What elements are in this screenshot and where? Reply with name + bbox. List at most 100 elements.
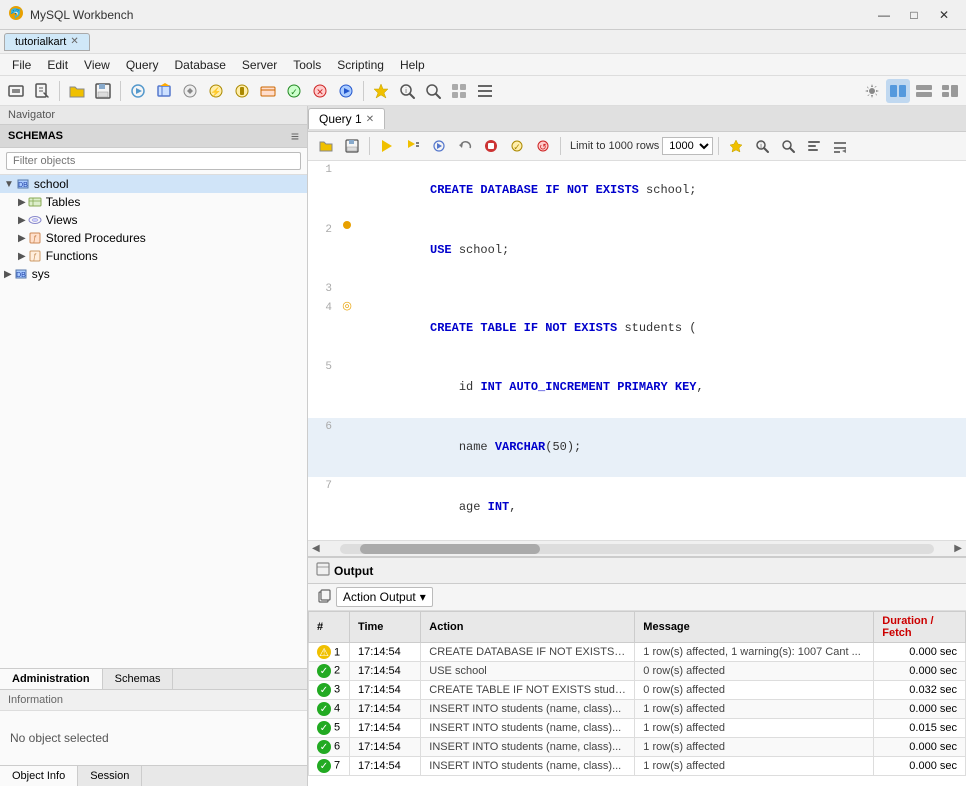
schemas-menu-icon[interactable]: ≡ xyxy=(291,128,299,144)
toolbar-btn9[interactable]: ✓ xyxy=(282,79,306,103)
row-duration: 0.032 sec xyxy=(874,681,966,700)
stored-procedures-label: Stored Procedures xyxy=(46,231,146,245)
toolbar-search[interactable]: i xyxy=(395,79,419,103)
maximize-button[interactable]: □ xyxy=(900,5,928,25)
commit-btn[interactable]: ✓ xyxy=(505,135,529,157)
toolbar-star[interactable] xyxy=(369,79,393,103)
toolbar-btn11[interactable] xyxy=(334,79,358,103)
tree-item-functions[interactable]: ▶ ƒ Functions xyxy=(0,247,307,265)
workbench-tab[interactable]: tutorialkart ✕ xyxy=(4,33,90,51)
row-message: 0 row(s) affected xyxy=(635,662,874,681)
tree-item-views[interactable]: ▶ Views xyxy=(0,211,307,229)
object-info-tabs: Object Info Session xyxy=(0,765,307,786)
code-line-2: 2 USE school; xyxy=(308,221,966,281)
school-label: school xyxy=(34,177,69,191)
svg-text:✓: ✓ xyxy=(513,142,521,152)
menu-query[interactable]: Query xyxy=(118,56,167,74)
toolbar-btn7[interactable] xyxy=(230,79,254,103)
row-message: 1 row(s) affected xyxy=(635,738,874,757)
save-file-btn[interactable] xyxy=(340,135,364,157)
scroll-right-arrow[interactable]: ▶ xyxy=(954,543,962,554)
functions-label: Functions xyxy=(46,249,98,263)
tab-schemas[interactable]: Schemas xyxy=(103,669,174,689)
save-button[interactable] xyxy=(91,79,115,103)
layout-btn1[interactable] xyxy=(886,79,910,103)
format-btn[interactable] xyxy=(802,135,826,157)
menu-scripting[interactable]: Scripting xyxy=(329,56,392,74)
toolbar-btn6[interactable]: ⚡ xyxy=(204,79,228,103)
tree-item-sys[interactable]: ▶ DB sys xyxy=(0,265,307,283)
close-button[interactable]: ✕ xyxy=(930,5,958,25)
limit-selector[interactable]: Limit to 1000 rows 1000 xyxy=(570,137,713,155)
scroll-left-arrow[interactable]: ◀ xyxy=(312,543,320,554)
gear-button[interactable] xyxy=(860,79,884,103)
code-editor[interactable]: 1 CREATE DATABASE IF NOT EXISTS school; … xyxy=(308,161,966,540)
left-panel: Navigator SCHEMAS ≡ ▼ DB school ▶ Tables xyxy=(0,106,308,786)
tables-label: Tables xyxy=(46,195,81,209)
action-output-selector[interactable]: Action Output ▾ xyxy=(336,587,433,607)
menu-file[interactable]: File xyxy=(4,56,39,74)
output-toolbar: Action Output ▾ xyxy=(308,584,966,611)
toolbar-btn8[interactable] xyxy=(256,79,280,103)
toolbar-expand[interactable] xyxy=(473,79,497,103)
stop-btn[interactable] xyxy=(479,135,503,157)
toolbar-btn3[interactable] xyxy=(126,79,150,103)
navigator-label: Navigator xyxy=(8,109,55,121)
tree-item-stored-procedures[interactable]: ▶ ƒ Stored Procedures xyxy=(0,229,307,247)
menu-server[interactable]: Server xyxy=(234,56,285,74)
rollback-btn[interactable]: ↺ xyxy=(531,135,555,157)
row-time: 17:14:54 xyxy=(349,681,420,700)
toolbar-grid[interactable] xyxy=(447,79,471,103)
menu-help[interactable]: Help xyxy=(392,56,433,74)
svg-text:⚡: ⚡ xyxy=(210,86,221,98)
row-duration: 0.000 sec xyxy=(874,662,966,681)
dropdown-arrow-icon: ▾ xyxy=(420,590,426,604)
sys-label: sys xyxy=(32,267,50,281)
menu-tools[interactable]: Tools xyxy=(285,56,329,74)
more-options-btn[interactable] xyxy=(828,135,852,157)
toolbar-btn5[interactable] xyxy=(178,79,202,103)
limit-select-control[interactable]: 1000 xyxy=(662,137,713,155)
open-file-btn[interactable] xyxy=(314,135,338,157)
tree-item-tables[interactable]: ▶ Tables xyxy=(0,193,307,211)
action-output-label: Action Output xyxy=(343,590,416,604)
row-action: USE school xyxy=(421,662,635,681)
menu-edit[interactable]: Edit xyxy=(39,56,76,74)
output-copy-icon[interactable] xyxy=(316,588,332,607)
row-time: 17:14:54 xyxy=(349,738,420,757)
app-title: MySQL Workbench xyxy=(30,8,870,22)
menu-view[interactable]: View xyxy=(76,56,118,74)
layout-btn2[interactable] xyxy=(912,79,936,103)
filter-input[interactable] xyxy=(6,152,301,170)
row-message: 1 row(s) affected xyxy=(635,757,874,776)
debug-btn[interactable] xyxy=(427,135,451,157)
search-code-btn[interactable] xyxy=(776,135,800,157)
execute-all-btn[interactable] xyxy=(375,135,399,157)
row-duration: 0.000 sec xyxy=(874,738,966,757)
open-connection-button[interactable] xyxy=(4,79,28,103)
inspect-btn[interactable]: i xyxy=(750,135,774,157)
code-line-1: 1 CREATE DATABASE IF NOT EXISTS school; xyxy=(308,161,966,221)
new-query-button[interactable] xyxy=(30,79,54,103)
undo-btn[interactable] xyxy=(453,135,477,157)
bookmark-btn[interactable] xyxy=(724,135,748,157)
layout-btn3[interactable] xyxy=(938,79,962,103)
query-tab-1[interactable]: Query 1 ✕ xyxy=(308,108,385,129)
tab-object-info[interactable]: Object Info xyxy=(0,766,78,786)
scrollbar-thumb[interactable] xyxy=(360,544,540,554)
horizontal-scrollbar[interactable] xyxy=(340,544,935,554)
tab-administration[interactable]: Administration xyxy=(0,669,103,689)
toolbar-btn4[interactable] xyxy=(152,79,176,103)
tree-item-school[interactable]: ▼ DB school xyxy=(0,175,307,193)
close-query-icon[interactable]: ✕ xyxy=(366,114,374,125)
minimize-button[interactable]: — xyxy=(870,5,898,25)
toolbar-btn10[interactable]: ✕ xyxy=(308,79,332,103)
menu-database[interactable]: Database xyxy=(167,56,234,74)
output-table: # Time Action Message Duration / Fetch ⚠… xyxy=(308,611,966,786)
tab-session[interactable]: Session xyxy=(78,766,142,786)
row-message: 1 row(s) affected xyxy=(635,719,874,738)
open-folder-button[interactable] xyxy=(65,79,89,103)
execute-selection-btn[interactable] xyxy=(401,135,425,157)
toolbar-filter[interactable] xyxy=(421,79,445,103)
close-tab-icon[interactable]: ✕ xyxy=(70,36,78,47)
